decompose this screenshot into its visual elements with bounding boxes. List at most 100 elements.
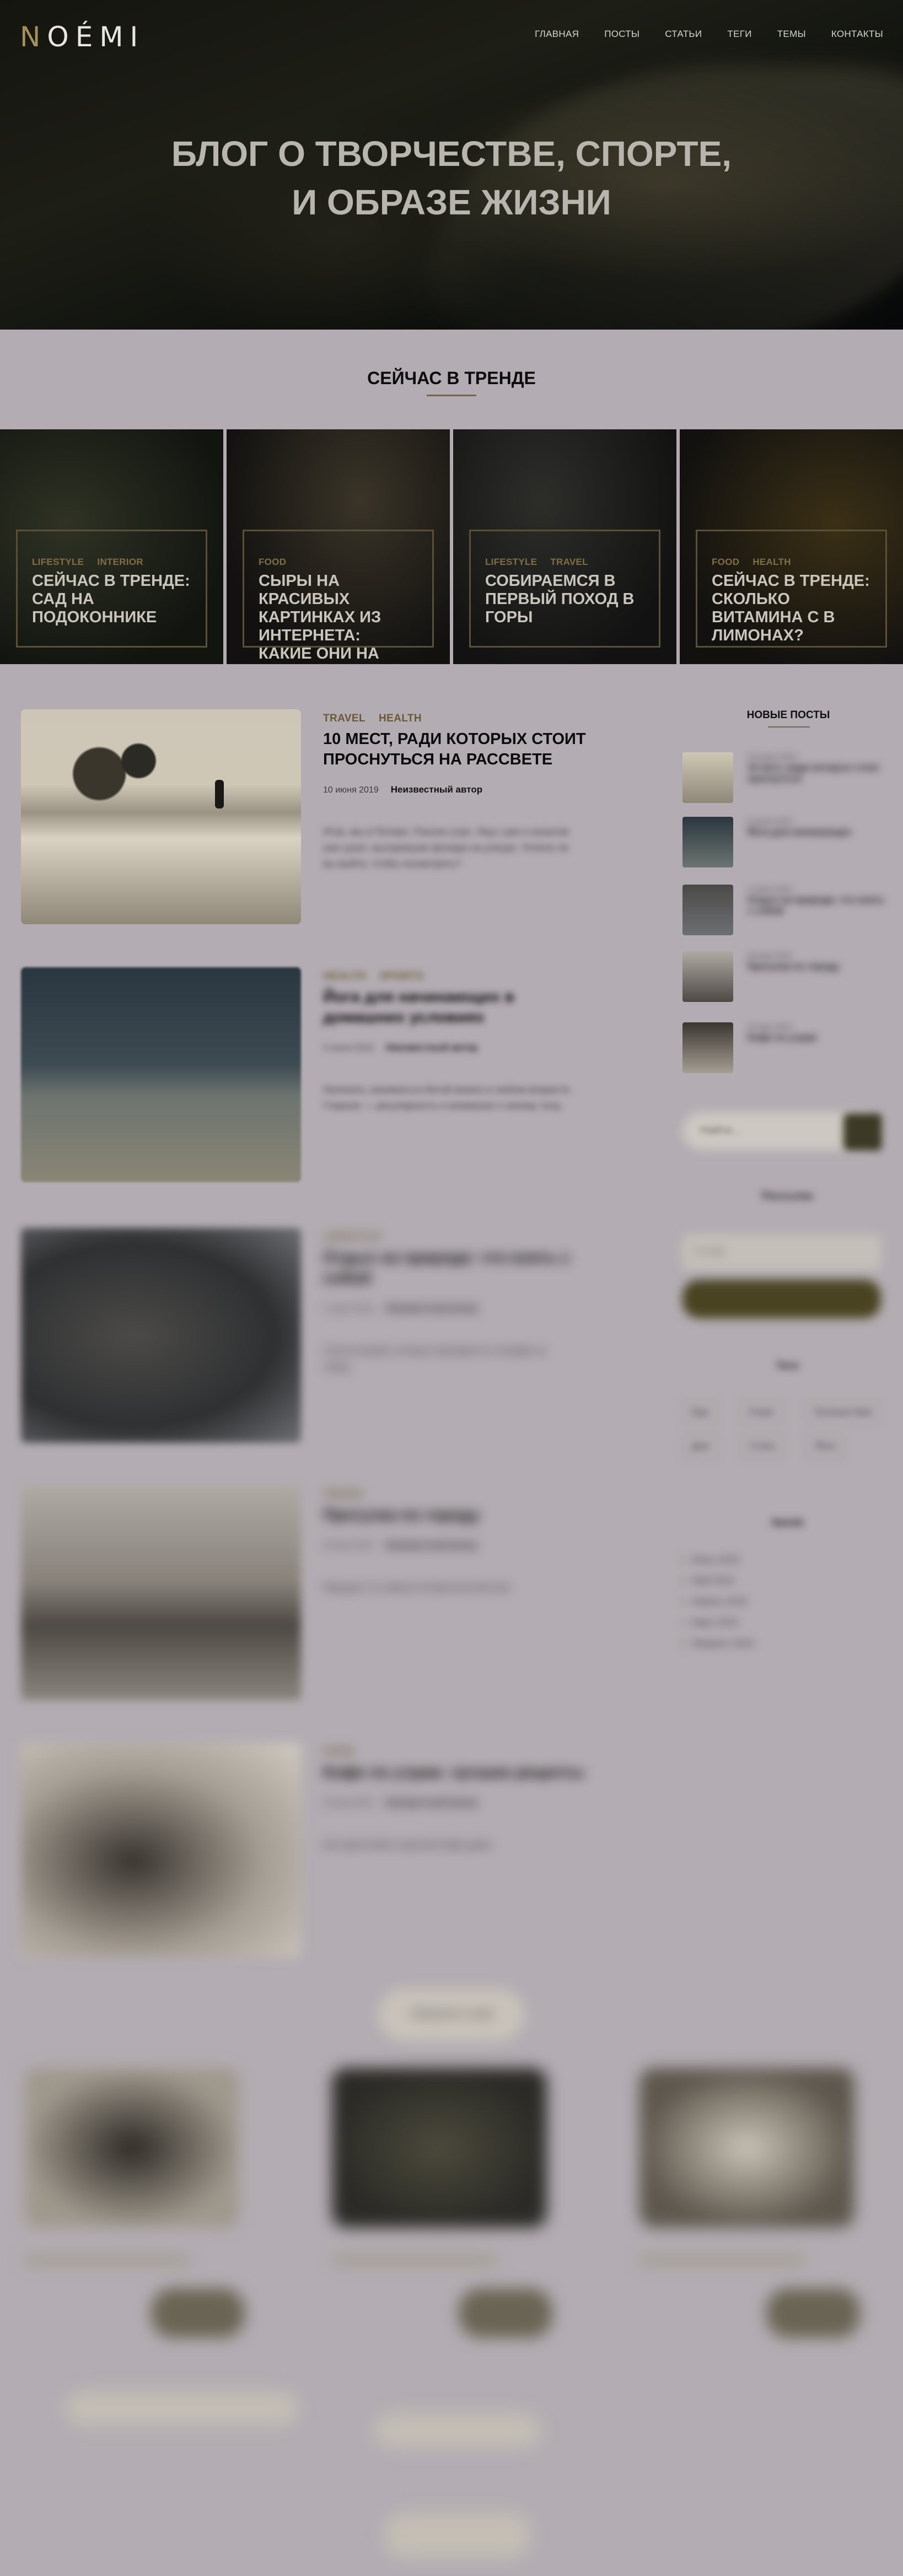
recent-title[interactable]: Прогулка по городу <box>748 961 885 972</box>
post-author[interactable]: Неизвестный автор <box>386 1303 477 1314</box>
post-title[interactable]: Отдых на природе: что взять с собой <box>323 1248 599 1289</box>
subscribe-email-input[interactable]: E-mail <box>682 1235 881 1270</box>
post-item: HEALTH SPORTS Йога для начинающих в домаш… <box>21 967 600 1188</box>
nav-contacts[interactable]: КОНТАКТЫ <box>831 29 883 40</box>
category-link[interactable]: HEALTH <box>379 713 422 724</box>
post-title[interactable]: Прогулка по городу <box>323 1505 599 1526</box>
nav-topics[interactable]: ТЕМЫ <box>777 29 806 40</box>
bottom-card-image[interactable] <box>332 2068 547 2228</box>
hero-title-line: БЛОГ О ТВОРЧЕСТВЕ, СПОРТЕ, <box>171 134 732 174</box>
archive-link[interactable]: Май 2019 <box>682 1575 892 1586</box>
bottom-card-button[interactable] <box>459 2288 552 2338</box>
recent-thumbnail[interactable] <box>682 1022 733 1073</box>
recent-title[interactable]: Отдых на природе: что взять с собой <box>748 894 885 917</box>
post-excerpt: Итак, мы в Питере. Раннее утро. Лед с ре… <box>323 826 569 869</box>
nav-posts[interactable]: ПОСТЫ <box>604 29 639 40</box>
person-figure <box>215 780 224 809</box>
bottom-card[interactable] <box>321 2068 559 2349</box>
post-title[interactable]: Йога для начинающих в домашних условиях <box>323 987 599 1028</box>
tag-link[interactable]: Еда <box>682 1400 717 1424</box>
trending-card[interactable]: LIFESTYLE INTERIOR СЕЙЧАС В ТРЕНДЕ: САД Н… <box>0 429 223 664</box>
archive-link[interactable]: Февраль 2019 <box>682 1638 892 1649</box>
post-thumbnail[interactable] <box>21 1485 301 1700</box>
recent-post[interactable]: 1 июня 2019 Отдых на природе: что взять … <box>682 885 892 940</box>
archive-link[interactable]: Апрель 2019 <box>682 1596 892 1607</box>
category-link[interactable]: HEALTH <box>323 971 366 982</box>
tag-cloud: Еда Спорт Путешествия Дом Стиль Йога <box>682 1400 892 1458</box>
category-link[interactable]: FOOD <box>712 557 739 567</box>
bottom-card[interactable] <box>628 2068 867 2349</box>
category-link[interactable]: TRAVEL <box>323 1489 366 1500</box>
trending-card[interactable]: FOOD СЫРЫ НА КРАСИВЫХ КАРТИНКАХ ИЗ ИНТЕР… <box>227 429 450 664</box>
logo-letter: N <box>20 21 47 53</box>
category-link[interactable]: HEALTH <box>752 557 791 567</box>
category-link[interactable]: LIFESTYLE <box>485 557 537 567</box>
bottom-card-button[interactable] <box>151 2288 245 2338</box>
post-author[interactable]: Неизвестный автор <box>385 1540 477 1551</box>
post-excerpt: Список вещей, которые пригодятся в поезд… <box>323 1345 546 1372</box>
subscribe-button[interactable] <box>682 1280 881 1318</box>
post-date: 1 июня 2019 <box>323 1304 374 1313</box>
post-thumbnail[interactable] <box>21 1743 301 1958</box>
heading-underline <box>768 726 810 727</box>
post-thumbnail[interactable] <box>21 709 301 924</box>
post-meta: TRAVEL Прогулка по городу 28 мая 2019 Неи… <box>323 1489 599 1596</box>
footer-block <box>386 2513 529 2557</box>
search-button[interactable] <box>843 1113 882 1151</box>
category-link[interactable]: TRAVEL <box>550 557 588 567</box>
recent-title[interactable]: Кофе по утрам <box>748 1032 885 1043</box>
card-frame: LIFESTYLE TRAVEL СОБИРАЕМСЯ В ПЕРВЫЙ ПОХО… <box>469 530 660 648</box>
category-link[interactable]: INTERIOR <box>97 557 143 567</box>
card-title[interactable]: СЕЙЧАС В ТРЕНДЕ: САД НА ПОДОКОННИКЕ <box>32 572 191 627</box>
recent-post[interactable]: 28 мая 2019 Прогулка по городу <box>682 951 892 1006</box>
category-link[interactable]: FOOD <box>323 1746 354 1758</box>
recent-thumbnail[interactable] <box>682 817 733 867</box>
archive-link[interactable]: Март 2019 <box>682 1617 892 1628</box>
trending-card[interactable]: FOOD HEALTH СЕЙЧАС В ТРЕНДЕ: СКОЛЬКО ВИТА… <box>680 429 903 664</box>
card-title[interactable]: СОБИРАЕМСЯ В ПЕРВЫЙ ПОХОД В ГОРЫ <box>485 572 644 627</box>
post-title[interactable]: Кофе по утрам: лучшие рецепты <box>323 1763 599 1783</box>
tag-link[interactable]: Йога <box>807 1434 845 1458</box>
nav-tags[interactable]: ТЕГИ <box>727 29 751 40</box>
card-title[interactable]: СЕЙЧАС В ТРЕНДЕ: СКОЛЬКО ВИТАМИНА С В ЛИ… <box>712 572 871 645</box>
nav-articles[interactable]: СТАТЬИ <box>665 29 702 40</box>
post-thumbnail[interactable] <box>21 1228 301 1443</box>
nav-home[interactable]: ГЛАВНАЯ <box>535 29 579 40</box>
card-frame: LIFESTYLE INTERIOR СЕЙЧАС В ТРЕНДЕ: САД Н… <box>16 530 207 648</box>
category-link[interactable]: SPORTS <box>379 971 424 982</box>
recent-post[interactable]: 5 июня 2019 Йога для начинающих <box>682 817 892 872</box>
tag-link[interactable]: Спорт <box>739 1400 783 1424</box>
post-thumbnail[interactable] <box>21 967 301 1182</box>
post-author[interactable]: Неизвестный автор <box>391 784 482 795</box>
bottom-card-image[interactable] <box>639 2068 854 2228</box>
post-author[interactable]: Неизвестный автор <box>386 1042 477 1053</box>
recent-title[interactable]: 10 мест, ради которых стоит проснуться <box>748 762 885 784</box>
tag-link[interactable]: Путешествия <box>805 1400 881 1424</box>
post-title[interactable]: 10 МЕСТ, РАДИ КОТОРЫХ СТОИТ ПРОСНУТЬСЯ Н… <box>323 729 599 770</box>
archive-link[interactable]: Июнь 2019 <box>682 1554 892 1565</box>
bottom-card-image[interactable] <box>24 2068 239 2228</box>
category-link[interactable]: FOOD <box>259 557 286 567</box>
recent-thumbnail[interactable] <box>682 951 733 1002</box>
trending-card[interactable]: LIFESTYLE TRAVEL СОБИРАЕМСЯ В ПЕРВЫЙ ПОХО… <box>453 429 676 664</box>
recent-post[interactable]: 20 мая 2019 Кофе по утрам <box>682 1022 892 1077</box>
recent-thumbnail[interactable] <box>682 752 733 803</box>
recent-thumbnail[interactable] <box>682 885 733 935</box>
tag-link[interactable]: Дом <box>682 1434 718 1458</box>
category-link[interactable]: LIFESTYLE <box>32 557 84 567</box>
recent-title[interactable]: Йога для начинающих <box>748 827 885 838</box>
archive-heading: Архив <box>771 1517 804 1528</box>
post-date: 5 июня 2019 <box>323 1043 374 1053</box>
load-more-button[interactable]: Загрузить ещё <box>378 1988 525 2041</box>
site-logo[interactable]: NOÉMI <box>20 21 144 53</box>
hero-title-line: И ОБРАЗЕ ЖИЗНИ <box>292 182 611 222</box>
category-link[interactable]: TRAVEL <box>323 713 366 724</box>
footer <box>0 2370 903 2576</box>
card-title[interactable]: СЫРЫ НА КРАСИВЫХ КАРТИНКАХ ИЗ ИНТЕРНЕТА:… <box>259 572 418 664</box>
tag-link[interactable]: Стиль <box>740 1434 785 1458</box>
bottom-card[interactable] <box>13 2068 251 2349</box>
category-link[interactable]: LIFESTYLE <box>323 1231 381 1243</box>
bottom-card-button[interactable] <box>766 2288 860 2338</box>
recent-post[interactable]: 10 июня 2019 10 мест, ради которых стоит… <box>682 752 892 807</box>
post-author[interactable]: Неизвестный автор <box>385 1797 477 1808</box>
